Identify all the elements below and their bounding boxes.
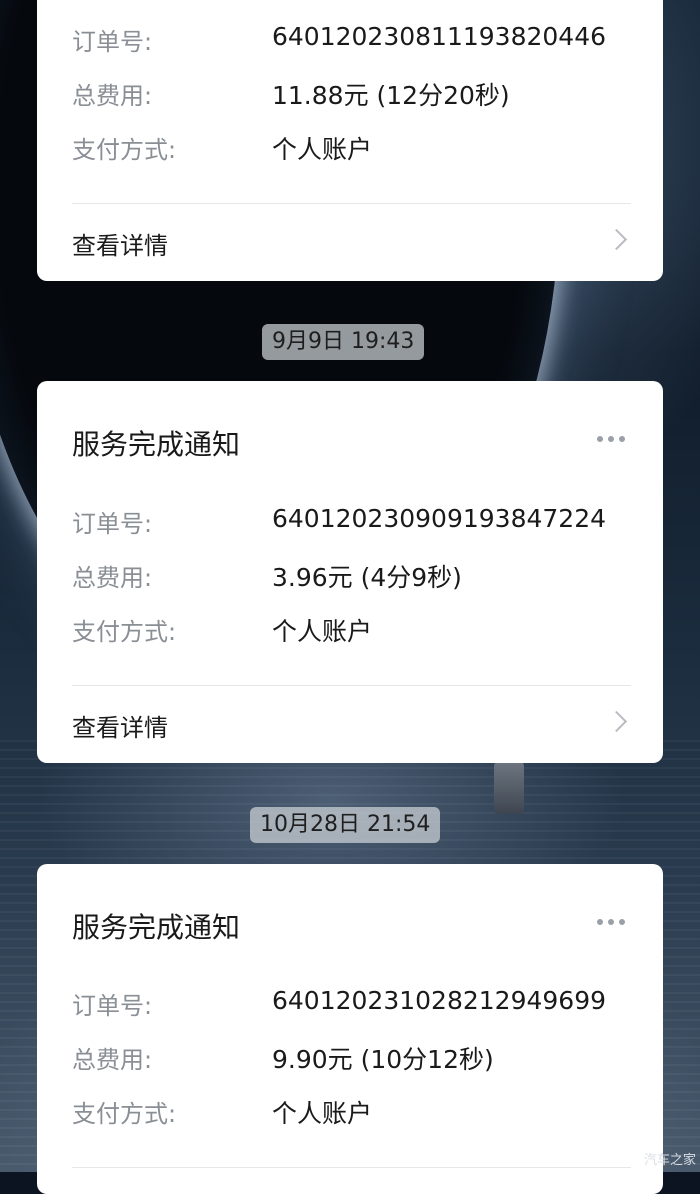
timestamp: 10月28日 21:54 (250, 807, 441, 843)
view-details-link[interactable]: 查看详情 (72, 708, 628, 744)
divider (72, 203, 631, 204)
total-cost-row: 总费用: 3.96元 (4分9秒) (72, 558, 633, 592)
background-figure (494, 762, 524, 814)
payment-method-value: 个人账户 (272, 617, 373, 646)
order-number-value: 6401202308111938204​46 (272, 22, 607, 51)
card-title: 服务完成通知 (72, 428, 241, 461)
total-cost-label: 总费用: (72, 1046, 153, 1074)
payment-method-row: 支付方式: 个人账户 (72, 1094, 633, 1128)
service-card: 服务完成通知 订单号: 640120230909193847224 总费用: 3… (37, 381, 663, 763)
payment-method-label: 支付方式: (72, 618, 177, 646)
order-number-row: 订单号: 640120230909193847224 (72, 504, 633, 538)
view-details-link[interactable]: 查看详情 (72, 226, 628, 262)
payment-method-label: 支付方式: (72, 1100, 177, 1128)
total-cost-label: 总费用: (72, 82, 153, 110)
service-card: 订单号: 6401202308111938204​46 总费用: 11.88元 … (37, 0, 663, 281)
order-number-value: 640120230909193847224 (272, 504, 607, 533)
payment-method-row: 支付方式: 个人账户 (72, 612, 633, 646)
timestamp: 9月9日 19:43 (262, 324, 425, 360)
order-number-value: 640120231028212949699 (272, 986, 607, 1015)
watermark: 汽车之家 (643, 1153, 696, 1168)
chevron-right-icon (605, 710, 628, 733)
payment-method-label: 支付方式: (72, 136, 177, 164)
order-number-label: 订单号: (72, 28, 153, 56)
total-cost-row: 总费用: 9.90元 (10分12秒) (72, 1040, 633, 1074)
divider (72, 1167, 631, 1168)
order-number-label: 订单号: (72, 510, 153, 538)
service-card: 服务完成通知 订单号: 640120231028212949699 总费用: 9… (37, 864, 663, 1194)
total-cost-row: 总费用: 11.88元 (12分20秒) (72, 76, 633, 110)
view-details-label: 查看详情 (72, 232, 168, 260)
more-options-icon[interactable] (597, 919, 625, 925)
order-number-row: 订单号: 6401202308111938204​46 (72, 22, 633, 56)
chevron-right-icon (605, 228, 628, 251)
payment-method-value: 个人账户 (272, 135, 373, 164)
total-cost-value: 3.96元 (4分9秒) (272, 563, 462, 592)
order-number-row: 订单号: 640120231028212949699 (72, 986, 633, 1020)
order-number-label: 订单号: (72, 992, 153, 1020)
card-title: 服务完成通知 (72, 911, 241, 944)
more-options-icon[interactable] (597, 436, 625, 442)
payment-method-value: 个人账户 (272, 1099, 373, 1128)
payment-method-row: 支付方式: 个人账户 (72, 130, 633, 164)
total-cost-value: 11.88元 (12分20秒) (272, 81, 510, 110)
divider (72, 685, 631, 686)
total-cost-label: 总费用: (72, 564, 153, 592)
total-cost-value: 9.90元 (10分12秒) (272, 1045, 494, 1074)
view-details-label: 查看详情 (72, 714, 168, 742)
